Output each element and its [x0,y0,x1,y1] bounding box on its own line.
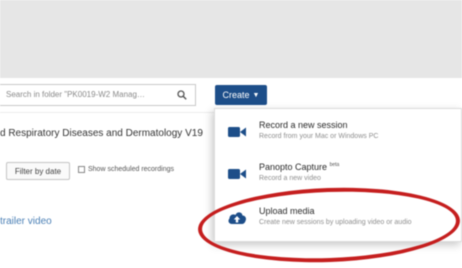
chevron-down-icon: ▼ [252,91,260,99]
menu-item-title: Panopto Capture beta [259,162,340,172]
video-camera-icon [228,127,246,137]
beta-badge: beta [329,162,340,168]
show-scheduled-checkbox[interactable] [78,166,85,173]
menu-item-record-session[interactable]: Record a new session Record from your Ma… [215,113,461,153]
show-scheduled-label: Show scheduled recordings [88,166,174,173]
video-camera-icon [228,169,246,179]
menu-item-subtitle: Record from your Mac or Windows PC [259,133,379,140]
filter-by-date-button[interactable]: Filter by date [6,162,70,180]
menu-item-title: Record a new session [259,120,348,130]
create-label: Create [222,90,250,100]
search-placeholder: Search in folder "PK0019-W2 Manag… [6,90,145,99]
search-icon [177,90,187,100]
search-button[interactable] [168,84,196,106]
menu-item-subtitle: Record a new video [259,175,321,182]
top-banner [0,0,462,78]
trailer-video-link[interactable]: trailer video [0,216,52,227]
folder-title: d Respiratory Diseases and Dermatology V… [0,128,203,139]
search-input[interactable]: Search in folder "PK0019-W2 Manag… [0,84,196,106]
show-scheduled-toggle[interactable]: Show scheduled recordings [78,166,174,173]
create-button[interactable]: Create ▼ [215,85,267,105]
